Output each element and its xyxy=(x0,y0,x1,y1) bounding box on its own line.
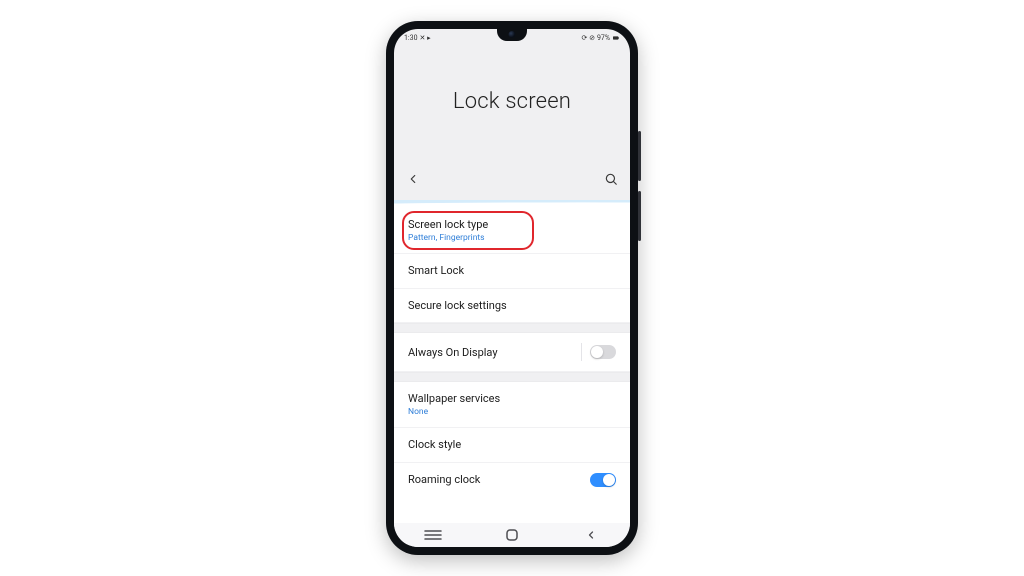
item-clock-style[interactable]: Clock style xyxy=(394,428,630,463)
back-icon xyxy=(585,529,597,541)
status-left-icons: ✕ ▸ xyxy=(420,34,431,42)
item-title: Roaming clock xyxy=(408,473,590,487)
toolbar xyxy=(394,164,630,200)
item-title: Screen lock type xyxy=(408,218,616,232)
home-icon xyxy=(506,529,518,541)
search-icon xyxy=(604,172,618,186)
item-roaming-clock[interactable]: Roaming clock xyxy=(394,463,630,497)
chevron-left-icon xyxy=(406,172,420,186)
status-right-icons: ⟳ ⊘ xyxy=(582,34,595,42)
item-title: Wallpaper services xyxy=(408,392,616,406)
item-title: Clock style xyxy=(408,438,616,452)
nav-recents-button[interactable] xyxy=(413,530,453,540)
battery-icon xyxy=(612,34,620,42)
android-navbar xyxy=(394,523,630,547)
phone-frame: 1:30 ✕ ▸ ⟳ ⊘ 97% Lock screen xyxy=(386,21,638,555)
item-title: Smart Lock xyxy=(408,264,616,278)
volume-down-button xyxy=(638,191,641,241)
front-camera xyxy=(509,31,516,38)
toggle-roaming-clock[interactable] xyxy=(590,473,616,487)
wave-separator xyxy=(394,200,630,208)
settings-header: Lock screen xyxy=(394,45,630,164)
item-title: Always On Display xyxy=(408,346,573,360)
toggle-knob xyxy=(591,346,603,358)
toggle-knob xyxy=(603,474,615,486)
page-title: Lock screen xyxy=(394,89,630,114)
item-secure-lock-settings[interactable]: Secure lock settings xyxy=(394,289,630,324)
nav-back-button[interactable] xyxy=(571,529,611,541)
volume-up-button xyxy=(638,131,641,181)
item-screen-lock-type[interactable]: Screen lock type Pattern, Fingerprints xyxy=(394,208,630,254)
item-subtitle: None xyxy=(408,407,616,417)
toggle-always-on-display[interactable] xyxy=(590,345,616,359)
group-separator xyxy=(394,323,630,333)
item-subtitle: Pattern, Fingerprints xyxy=(408,233,616,243)
phone-screen: 1:30 ✕ ▸ ⟳ ⊘ 97% Lock screen xyxy=(394,29,630,547)
recents-icon xyxy=(424,530,442,540)
item-title: Secure lock settings xyxy=(408,299,616,313)
status-time: 1:30 xyxy=(404,34,418,42)
item-wallpaper-services[interactable]: Wallpaper services None xyxy=(394,382,630,428)
status-battery: 97% xyxy=(597,34,610,42)
vertical-divider xyxy=(581,343,582,361)
search-button[interactable] xyxy=(604,172,618,186)
group-separator xyxy=(394,372,630,382)
back-button[interactable] xyxy=(406,172,420,186)
item-smart-lock[interactable]: Smart Lock xyxy=(394,254,630,289)
item-always-on-display[interactable]: Always On Display xyxy=(394,333,630,372)
nav-home-button[interactable] xyxy=(492,529,532,541)
settings-list: Screen lock type Pattern, Fingerprints S… xyxy=(394,208,630,523)
